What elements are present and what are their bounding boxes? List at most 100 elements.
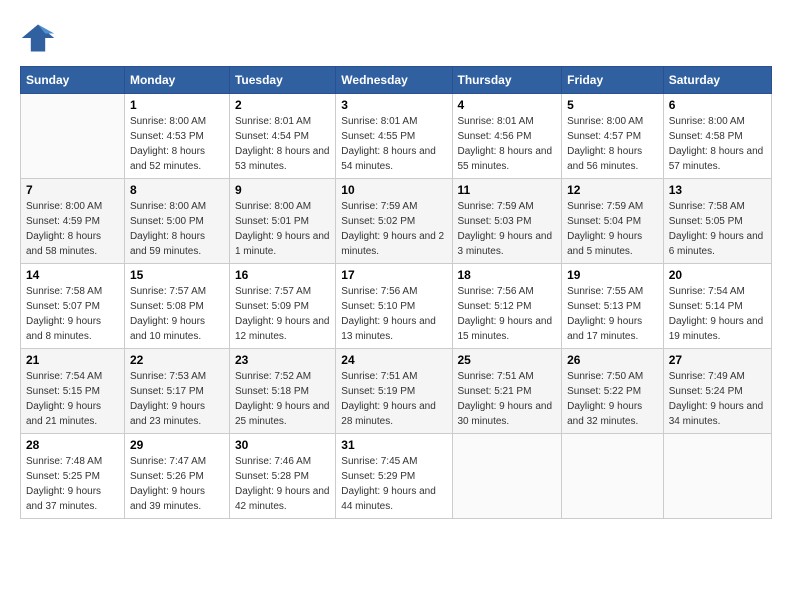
- day-info: Sunrise: 7:58 AMSunset: 5:07 PMDaylight:…: [26, 284, 119, 344]
- header-tuesday: Tuesday: [229, 67, 335, 94]
- day-cell: 17 Sunrise: 7:56 AMSunset: 5:10 PMDayligh…: [336, 264, 452, 349]
- day-number: 25: [458, 353, 557, 367]
- day-cell: 21 Sunrise: 7:54 AMSunset: 5:15 PMDayligh…: [21, 349, 125, 434]
- day-info: Sunrise: 7:48 AMSunset: 5:25 PMDaylight:…: [26, 454, 119, 514]
- day-cell: 19 Sunrise: 7:55 AMSunset: 5:13 PMDayligh…: [562, 264, 664, 349]
- day-info: Sunrise: 8:00 AMSunset: 4:58 PMDaylight:…: [669, 114, 766, 174]
- day-cell: 4 Sunrise: 8:01 AMSunset: 4:56 PMDaylight…: [452, 94, 562, 179]
- calendar-table: SundayMondayTuesdayWednesdayThursdayFrid…: [20, 66, 772, 519]
- day-number: 4: [458, 98, 557, 112]
- day-info: Sunrise: 7:51 AMSunset: 5:19 PMDaylight:…: [341, 369, 446, 429]
- day-number: 17: [341, 268, 446, 282]
- day-info: Sunrise: 7:54 AMSunset: 5:14 PMDaylight:…: [669, 284, 766, 344]
- day-cell: 29 Sunrise: 7:47 AMSunset: 5:26 PMDayligh…: [124, 434, 229, 519]
- day-cell: 20 Sunrise: 7:54 AMSunset: 5:14 PMDayligh…: [663, 264, 771, 349]
- day-number: 9: [235, 183, 330, 197]
- day-number: 19: [567, 268, 658, 282]
- day-number: 27: [669, 353, 766, 367]
- day-cell: 23 Sunrise: 7:52 AMSunset: 5:18 PMDayligh…: [229, 349, 335, 434]
- day-info: Sunrise: 8:01 AMSunset: 4:56 PMDaylight:…: [458, 114, 557, 174]
- day-info: Sunrise: 7:57 AMSunset: 5:08 PMDaylight:…: [130, 284, 224, 344]
- day-number: 23: [235, 353, 330, 367]
- day-cell: 5 Sunrise: 8:00 AMSunset: 4:57 PMDaylight…: [562, 94, 664, 179]
- day-cell: 9 Sunrise: 8:00 AMSunset: 5:01 PMDaylight…: [229, 179, 335, 264]
- day-number: 22: [130, 353, 224, 367]
- day-cell: [663, 434, 771, 519]
- week-row-4: 21 Sunrise: 7:54 AMSunset: 5:15 PMDayligh…: [21, 349, 772, 434]
- day-cell: 8 Sunrise: 8:00 AMSunset: 5:00 PMDaylight…: [124, 179, 229, 264]
- day-info: Sunrise: 7:50 AMSunset: 5:22 PMDaylight:…: [567, 369, 658, 429]
- day-cell: 13 Sunrise: 7:58 AMSunset: 5:05 PMDayligh…: [663, 179, 771, 264]
- day-number: 15: [130, 268, 224, 282]
- day-info: Sunrise: 7:55 AMSunset: 5:13 PMDaylight:…: [567, 284, 658, 344]
- day-info: Sunrise: 8:00 AMSunset: 4:53 PMDaylight:…: [130, 114, 224, 174]
- day-cell: 16 Sunrise: 7:57 AMSunset: 5:09 PMDayligh…: [229, 264, 335, 349]
- day-number: 16: [235, 268, 330, 282]
- day-cell: 10Sunrise: 7:59 AMSunset: 5:02 PMDayligh…: [336, 179, 452, 264]
- header-thursday: Thursday: [452, 67, 562, 94]
- day-cell: 22 Sunrise: 7:53 AMSunset: 5:17 PMDayligh…: [124, 349, 229, 434]
- day-cell: 14 Sunrise: 7:58 AMSunset: 5:07 PMDayligh…: [21, 264, 125, 349]
- day-cell: 1 Sunrise: 8:00 AMSunset: 4:53 PMDaylight…: [124, 94, 229, 179]
- day-number: 26: [567, 353, 658, 367]
- day-info: Sunrise: 7:59 AMSunset: 5:04 PMDaylight:…: [567, 199, 658, 259]
- day-info: Sunrise: 7:57 AMSunset: 5:09 PMDaylight:…: [235, 284, 330, 344]
- week-row-1: 1 Sunrise: 8:00 AMSunset: 4:53 PMDaylight…: [21, 94, 772, 179]
- day-number: 20: [669, 268, 766, 282]
- logo: [20, 20, 60, 56]
- day-number: 14: [26, 268, 119, 282]
- header-wednesday: Wednesday: [336, 67, 452, 94]
- day-cell: 30 Sunrise: 7:46 AMSunset: 5:28 PMDayligh…: [229, 434, 335, 519]
- day-info: Sunrise: 7:46 AMSunset: 5:28 PMDaylight:…: [235, 454, 330, 514]
- day-number: 30: [235, 438, 330, 452]
- day-info: Sunrise: 7:59 AMSunset: 5:03 PMDaylight:…: [458, 199, 557, 259]
- day-info: Sunrise: 7:54 AMSunset: 5:15 PMDaylight:…: [26, 369, 119, 429]
- day-info: Sunrise: 8:01 AMSunset: 4:55 PMDaylight:…: [341, 114, 446, 174]
- day-cell: [562, 434, 664, 519]
- logo-icon: [20, 20, 56, 56]
- day-cell: [452, 434, 562, 519]
- day-info: Sunrise: 8:00 AMSunset: 5:00 PMDaylight:…: [130, 199, 224, 259]
- header-friday: Friday: [562, 67, 664, 94]
- day-cell: 28 Sunrise: 7:48 AMSunset: 5:25 PMDayligh…: [21, 434, 125, 519]
- day-number: 1: [130, 98, 224, 112]
- day-info: Sunrise: 8:00 AMSunset: 4:57 PMDaylight:…: [567, 114, 658, 174]
- day-cell: 15 Sunrise: 7:57 AMSunset: 5:08 PMDayligh…: [124, 264, 229, 349]
- day-info: Sunrise: 7:58 AMSunset: 5:05 PMDaylight:…: [669, 199, 766, 259]
- day-cell: 31Sunrise: 7:45 AMSunset: 5:29 PMDayligh…: [336, 434, 452, 519]
- day-cell: 12 Sunrise: 7:59 AMSunset: 5:04 PMDayligh…: [562, 179, 664, 264]
- day-number: 8: [130, 183, 224, 197]
- day-cell: 11 Sunrise: 7:59 AMSunset: 5:03 PMDayligh…: [452, 179, 562, 264]
- header-monday: Monday: [124, 67, 229, 94]
- header-saturday: Saturday: [663, 67, 771, 94]
- day-cell: [21, 94, 125, 179]
- header-sunday: Sunday: [21, 67, 125, 94]
- day-number: 13: [669, 183, 766, 197]
- day-info: Sunrise: 8:00 AMSunset: 4:59 PMDaylight:…: [26, 199, 119, 259]
- day-info: Sunrise: 7:52 AMSunset: 5:18 PMDaylight:…: [235, 369, 330, 429]
- day-cell: 25 Sunrise: 7:51 AMSunset: 5:21 PMDayligh…: [452, 349, 562, 434]
- page-header: [20, 20, 772, 56]
- day-number: 10: [341, 183, 446, 197]
- day-number: 2: [235, 98, 330, 112]
- day-number: 11: [458, 183, 557, 197]
- day-info: Sunrise: 7:56 AMSunset: 5:12 PMDaylight:…: [458, 284, 557, 344]
- day-number: 18: [458, 268, 557, 282]
- day-info: Sunrise: 7:51 AMSunset: 5:21 PMDaylight:…: [458, 369, 557, 429]
- day-number: 29: [130, 438, 224, 452]
- day-cell: 6Sunrise: 8:00 AMSunset: 4:58 PMDaylight…: [663, 94, 771, 179]
- day-cell: 18 Sunrise: 7:56 AMSunset: 5:12 PMDayligh…: [452, 264, 562, 349]
- day-number: 28: [26, 438, 119, 452]
- day-info: Sunrise: 7:53 AMSunset: 5:17 PMDaylight:…: [130, 369, 224, 429]
- day-info: Sunrise: 7:47 AMSunset: 5:26 PMDaylight:…: [130, 454, 224, 514]
- day-number: 7: [26, 183, 119, 197]
- week-row-2: 7 Sunrise: 8:00 AMSunset: 4:59 PMDaylight…: [21, 179, 772, 264]
- day-info: Sunrise: 7:45 AMSunset: 5:29 PMDaylight:…: [341, 454, 446, 514]
- day-number: 12: [567, 183, 658, 197]
- day-info: Sunrise: 7:56 AMSunset: 5:10 PMDaylight:…: [341, 284, 446, 344]
- day-number: 5: [567, 98, 658, 112]
- day-number: 21: [26, 353, 119, 367]
- day-cell: 27Sunrise: 7:49 AMSunset: 5:24 PMDayligh…: [663, 349, 771, 434]
- day-number: 24: [341, 353, 446, 367]
- day-info: Sunrise: 8:00 AMSunset: 5:01 PMDaylight:…: [235, 199, 330, 259]
